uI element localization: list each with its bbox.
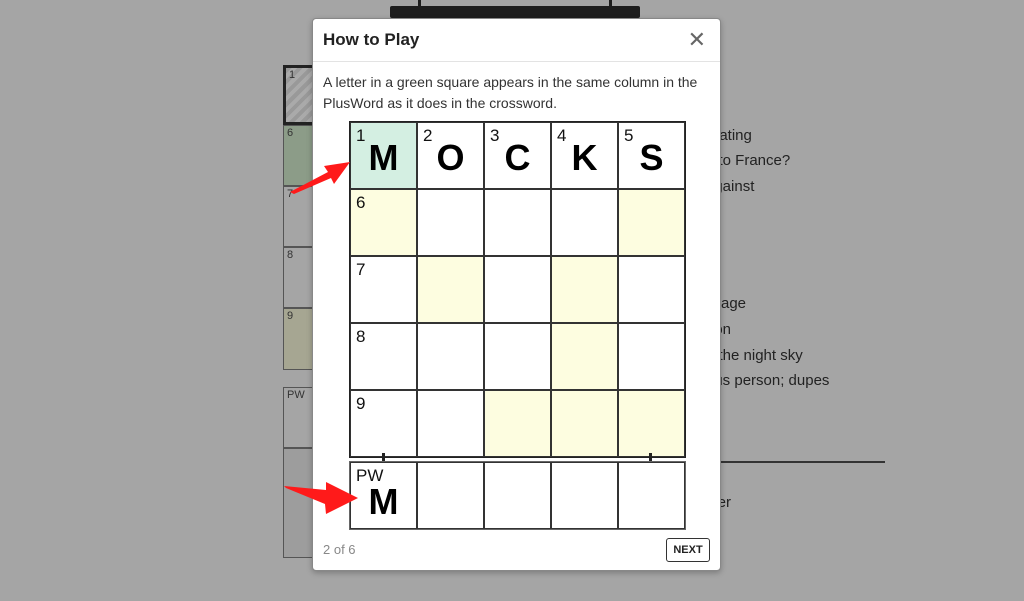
divider	[720, 461, 885, 463]
grid-cell	[484, 256, 551, 323]
arrow-icon	[290, 162, 350, 194]
grid-cell: 1M	[350, 122, 417, 189]
plusword-cell	[551, 462, 618, 529]
grid-cell: 5S	[618, 122, 685, 189]
plusword-cell	[417, 462, 484, 529]
cell-letter: M	[368, 137, 399, 178]
close-icon[interactable]: ✕	[688, 29, 706, 51]
bg-cell-pw[interactable]: PW	[283, 387, 315, 448]
cell-number: 8	[356, 327, 366, 346]
modal-title: How to Play	[323, 30, 420, 49]
how-to-play-modal: How to Play ✕ A letter in a green square…	[312, 18, 721, 571]
grid-cell: 7	[350, 256, 417, 323]
grid-cell	[417, 390, 484, 457]
cell-number: 9	[356, 394, 366, 413]
grid-cell	[551, 390, 618, 457]
grid-cell	[417, 256, 484, 323]
grid-cell	[484, 323, 551, 390]
grid-cell	[618, 390, 685, 457]
arrow-icon	[284, 482, 358, 514]
bg-cell-7[interactable]: 7	[283, 186, 315, 247]
page-indicator: 2 of 6	[323, 542, 356, 557]
cell-letter: S	[639, 137, 664, 178]
grid-cell	[618, 189, 685, 256]
grid-cell: 8	[350, 323, 417, 390]
grid-cell	[551, 323, 618, 390]
grid-cell	[417, 189, 484, 256]
plusword-row: PW M	[349, 461, 686, 530]
grid-cell: 4K	[551, 122, 618, 189]
grid-cell	[484, 390, 551, 457]
cell-number: 6	[356, 193, 366, 212]
next-button[interactable]: NEXT	[666, 538, 710, 562]
grid-cell: 9	[350, 390, 417, 457]
top-bar	[390, 0, 640, 18]
grid-cell	[618, 323, 685, 390]
grid-cell: 2O	[417, 122, 484, 189]
example-crossword-grid: 1M2O3C4K5S 6 7 8 9	[349, 121, 686, 458]
grid-cell	[551, 189, 618, 256]
bg-clue[interactable]: ous person; dupes	[706, 372, 829, 389]
cell-letter: O	[436, 137, 465, 178]
bg-cell-1[interactable]: 1	[283, 65, 315, 125]
grid-cell	[618, 256, 685, 323]
bg-cell-8[interactable]: 8	[283, 247, 315, 308]
plusword-cell	[484, 462, 551, 529]
grid-cell	[484, 189, 551, 256]
bg-cell-9[interactable]: 9	[283, 308, 315, 370]
connector	[382, 453, 385, 461]
plusword-cell	[618, 462, 685, 529]
cell-letter: C	[504, 137, 531, 178]
grid-cell	[551, 256, 618, 323]
cell-number: 7	[356, 260, 366, 279]
modal-description: A letter in a green square appears in th…	[323, 74, 698, 111]
modal-header: How to Play ✕	[313, 19, 720, 62]
grid-cell: 3C	[484, 122, 551, 189]
grid-cell: 6	[350, 189, 417, 256]
connector	[649, 453, 652, 461]
grid-cell	[417, 323, 484, 390]
cell-letter: K	[571, 137, 598, 178]
